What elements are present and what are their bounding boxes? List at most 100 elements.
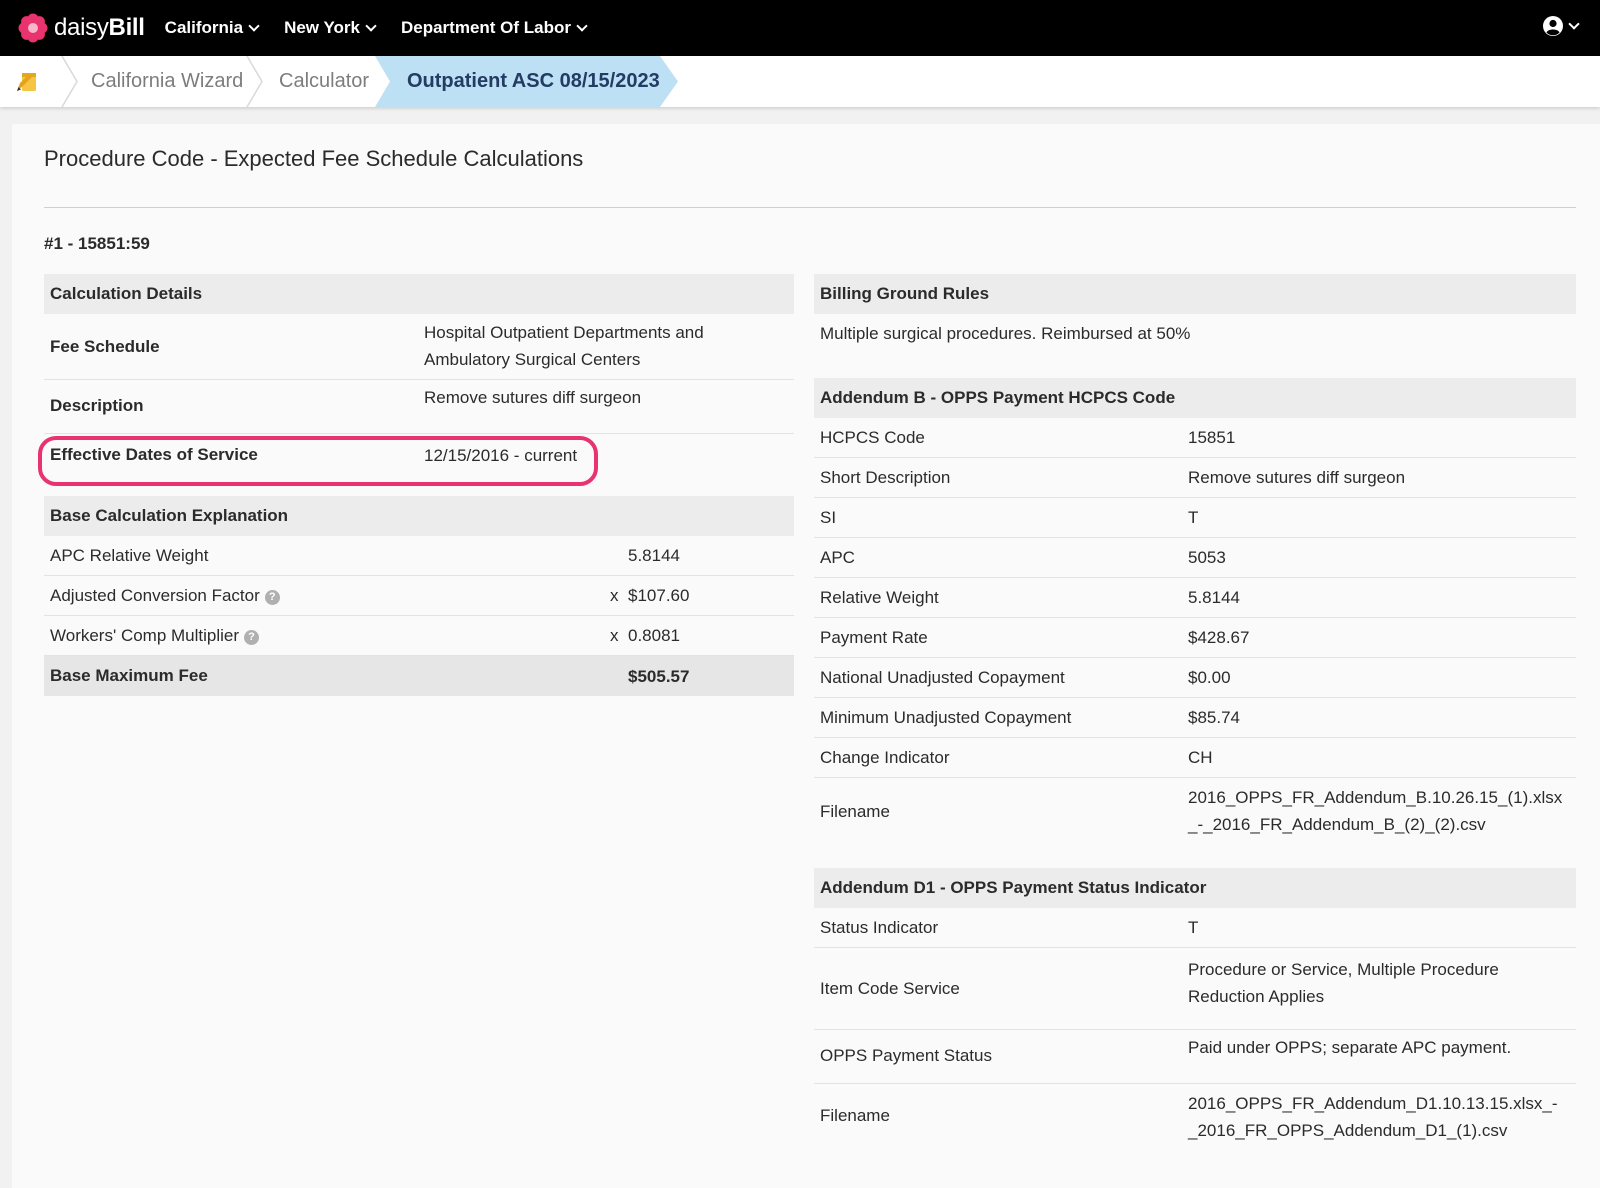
breadcrumb-calculator[interactable]: Calculator — [279, 56, 369, 107]
calculation-details-header: Calculation Details — [44, 274, 794, 314]
description-row: Description Remove sutures diff surgeon — [44, 380, 794, 434]
addendum-b-row: Minimum Unadjusted Copayment $85.74 — [814, 698, 1576, 738]
chevron-down-icon — [248, 19, 260, 32]
addendum-b-row: HCPCS Code 15851 — [814, 418, 1576, 458]
user-menu[interactable] — [1543, 16, 1580, 36]
nav-california[interactable]: California — [165, 18, 260, 38]
addendum-b-row: APC 5053 — [814, 538, 1576, 578]
item-code-service-line-1: Procedure or Service, Multiple Procedure — [1188, 960, 1499, 979]
section-title: Addendum D1 - OPPS Payment Status Indica… — [820, 878, 1207, 897]
addendum-d1-filename-row: Filename 2016_OPPS_FR_Addendum_D1.10.13.… — [814, 1084, 1576, 1152]
help-question-icon[interactable]: ? — [244, 629, 260, 645]
breadcrumb: California Wizard Calculator Outpatient … — [0, 56, 1600, 107]
user-avatar-icon — [1543, 16, 1563, 36]
base-calculation-header: Base Calculation Explanation — [44, 496, 794, 536]
section-title: Base Calculation Explanation — [50, 506, 289, 525]
apc-relative-weight-row: APC Relative Weight 5.8144 — [44, 536, 794, 576]
row-label: Relative Weight — [820, 587, 939, 607]
row-label: National Unadjusted Copayment — [820, 667, 1065, 687]
chevron-down-icon — [365, 19, 377, 32]
row-value: 5053 — [1188, 548, 1226, 567]
nav-department-of-labor[interactable]: Department Of Labor — [401, 18, 588, 38]
row-value: $85.74 — [1188, 708, 1240, 727]
apc-relative-weight-label: APC Relative Weight — [50, 545, 209, 565]
item-code-service-line-2: Reduction Applies — [1188, 987, 1325, 1006]
filename-line-1: 2016_OPPS_FR_Addendum_D1.10.13.15.xlsx_- — [1188, 1094, 1558, 1113]
item-code-service-row: Item Code Service Procedure or Service, … — [814, 948, 1576, 1030]
fee-schedule-value-line-1: Hospital Outpatient Departments and — [424, 323, 704, 342]
divider — [44, 207, 1576, 208]
breadcrumb-california-wizard[interactable]: California Wizard — [91, 56, 243, 107]
nav-new-york[interactable]: New York — [284, 18, 377, 38]
breadcrumb-separator — [61, 56, 78, 107]
multiply-operator: x — [610, 625, 619, 645]
filename-line-2: _2016_FR_OPPS_Addendum_D1_(1).csv — [1188, 1121, 1508, 1140]
daisybill-logo[interactable]: daisyBill — [18, 13, 145, 43]
top-navigation-bar: daisyBill California New York Department… — [0, 0, 1600, 56]
row-value: $428.67 — [1188, 628, 1250, 647]
row-label: APC — [820, 547, 855, 567]
row-label: Short Description — [820, 467, 951, 487]
row-value: Remove sutures diff surgeon — [1188, 468, 1406, 487]
base-maximum-fee-value: $505.57 — [628, 666, 690, 686]
section-title: Calculation Details — [50, 284, 203, 303]
main-card: Procedure Code - Expected Fee Schedule C… — [12, 124, 1600, 1188]
section-title: Billing Ground Rules — [820, 284, 990, 303]
base-maximum-fee-row: Base Maximum Fee $505.57 — [44, 656, 794, 696]
breadcrumb-active-item[interactable]: Outpatient ASC 08/15/2023 — [375, 56, 678, 107]
home-pencil-icon[interactable] — [14, 69, 40, 95]
workers-comp-multiplier-label: Workers' Comp Multiplier? — [50, 626, 260, 646]
item-code-service-label: Item Code Service — [820, 978, 960, 998]
row-value: CH — [1188, 748, 1213, 767]
addendum-d1-header: Addendum D1 - OPPS Payment Status Indica… — [814, 868, 1576, 908]
adjusted-conversion-factor-text: Adjusted Conversion Factor — [50, 585, 260, 605]
breadcrumb-active-label: Outpatient ASC 08/15/2023 — [407, 70, 660, 92]
billing-ground-rules-row: Multiple surgical procedures. Reimbursed… — [814, 314, 1576, 354]
highlight-annotation — [38, 436, 598, 486]
description-value: Remove sutures diff surgeon — [424, 388, 642, 407]
row-value: 15851 — [1188, 428, 1236, 447]
item-code-service-value: Procedure or Service, Multiple Procedure… — [1188, 956, 1499, 1010]
status-indicator-value: T — [1188, 918, 1199, 937]
fee-schedule-label: Fee Schedule — [50, 336, 160, 356]
description-label: Description — [50, 396, 144, 415]
section-title: Addendum B - OPPS Payment HCPCS Code — [820, 388, 1176, 407]
adjusted-conversion-factor-value: $107.60 — [628, 586, 690, 605]
opps-payment-status-row: OPPS Payment Status Paid under OPPS; sep… — [814, 1030, 1576, 1084]
filename-line-1: 2016_OPPS_FR_Addendum_B.10.26.15_(1).xls… — [1188, 788, 1563, 807]
row-label: HCPCS Code — [820, 427, 925, 447]
row-value: $0.00 — [1188, 668, 1231, 687]
workers-comp-multiplier-row: Workers' Comp Multiplier? x 0.8081 — [44, 616, 794, 656]
multiply-operator: x — [610, 585, 619, 605]
daisy-flower-icon — [18, 13, 48, 43]
breadcrumb-separator — [246, 56, 263, 107]
status-indicator-row: Status Indicator T — [814, 908, 1576, 948]
addendum-b-row: Relative Weight 5.8144 — [814, 578, 1576, 618]
chevron-down-icon — [1568, 17, 1580, 30]
row-label: Minimum Unadjusted Copayment — [820, 707, 1072, 727]
addendum-b-row: SI T — [814, 498, 1576, 538]
workers-comp-multiplier-value: 0.8081 — [628, 626, 680, 645]
addendum-b-row: Change Indicator CH — [814, 738, 1576, 778]
base-maximum-fee-label: Base Maximum Fee — [50, 666, 208, 685]
status-indicator-label: Status Indicator — [820, 917, 939, 937]
filename-label: Filename — [820, 802, 890, 821]
filename-line-2: _-_2016_FR_Addendum_B_(2)_(2).csv — [1188, 815, 1486, 834]
filename-value: 2016_OPPS_FR_Addendum_B.10.26.15_(1).xls… — [1188, 784, 1562, 838]
fee-schedule-row: Fee Schedule Hospital Outpatient Departm… — [44, 314, 794, 380]
brand-name: daisyBill — [54, 14, 145, 41]
billing-ground-rules-header: Billing Ground Rules — [814, 274, 1576, 314]
procedure-code-label: #1 - 15851:59 — [44, 234, 150, 253]
adjusted-conversion-factor-row: Adjusted Conversion Factor? x $107.60 — [44, 576, 794, 616]
addendum-b-row: Short Description Remove sutures diff sur… — [814, 458, 1576, 498]
addendum-b-header: Addendum B - OPPS Payment HCPCS Code — [814, 378, 1576, 418]
page-title: Procedure Code - Expected Fee Schedule C… — [44, 146, 584, 171]
addendum-b-filename-row: Filename 2016_OPPS_FR_Addendum_B.10.26.1… — [814, 778, 1576, 846]
help-question-icon[interactable]: ? — [264, 589, 280, 605]
row-value: T — [1188, 508, 1199, 527]
chevron-down-icon — [576, 19, 588, 32]
addendum-b-row: Payment Rate $428.67 — [814, 618, 1576, 658]
adjusted-conversion-factor-label: Adjusted Conversion Factor? — [50, 586, 280, 606]
opps-payment-status-value: Paid under OPPS; separate APC payment. — [1188, 1038, 1512, 1057]
fee-schedule-value-line-2: Ambulatory Surgical Centers — [424, 350, 641, 369]
